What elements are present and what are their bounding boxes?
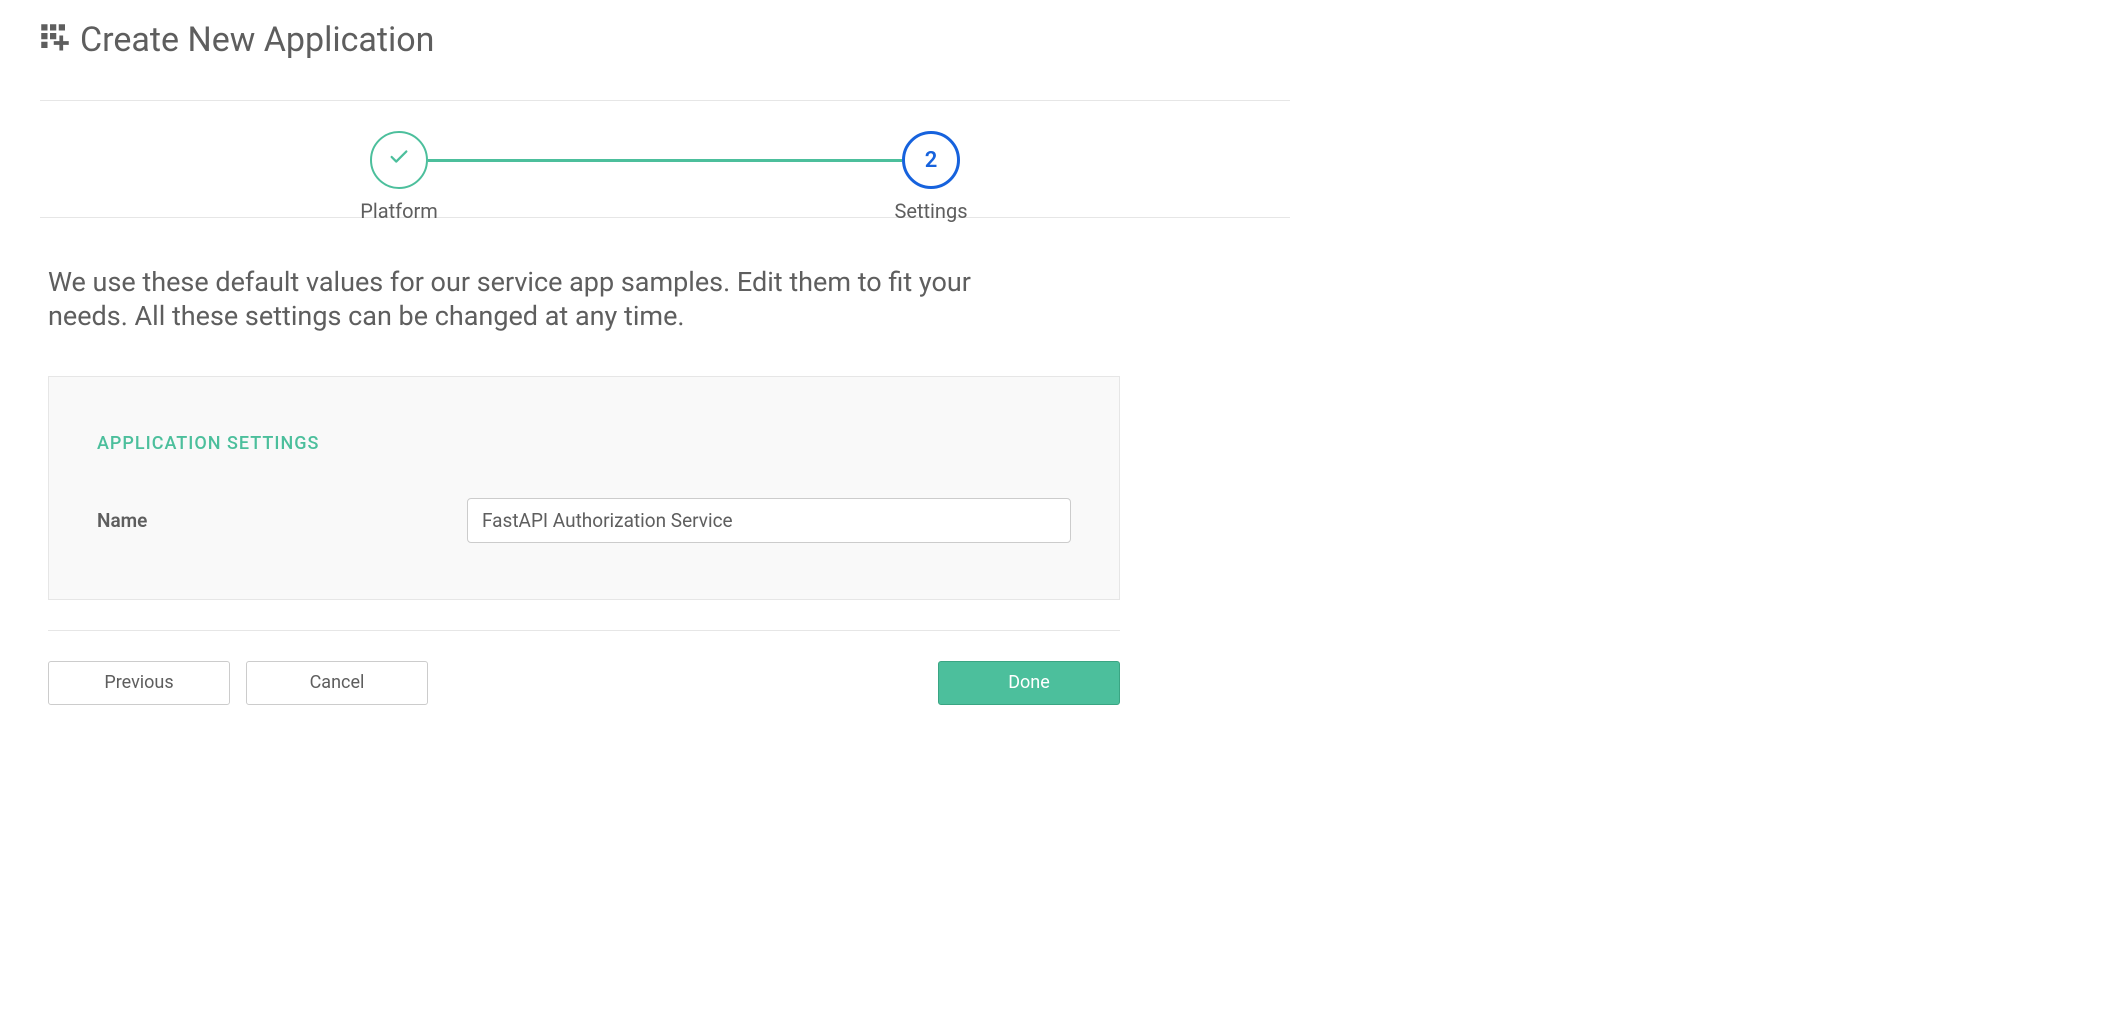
page-header: Create New Application (40, 20, 1290, 101)
previous-button[interactable]: Previous (48, 661, 230, 705)
step-settings: 2 Settings (902, 131, 960, 189)
cancel-button[interactable]: Cancel (246, 661, 428, 705)
panel-heading: APPLICATION SETTINGS (97, 433, 1071, 454)
stepper-connector (428, 159, 902, 162)
step-platform-label: Platform (360, 199, 438, 223)
step-settings-label: Settings (894, 199, 967, 223)
name-label: Name (97, 509, 467, 532)
name-input[interactable] (467, 498, 1071, 543)
page-title: Create New Application (80, 20, 434, 60)
step-instructions: We use these default values for our serv… (40, 218, 1040, 376)
checkmark-icon (388, 146, 410, 174)
wizard-stepper: Platform 2 Settings (40, 101, 1290, 218)
application-settings-panel: APPLICATION SETTINGS Name (48, 376, 1120, 600)
create-application-wizard: Create New Application Platform 2 Settin… (0, 0, 1330, 745)
step-platform: Platform (370, 131, 428, 189)
step-settings-indicator: 2 (902, 131, 960, 189)
apps-grid-plus-icon (40, 23, 70, 57)
form-row-name: Name (97, 498, 1071, 543)
step-platform-indicator (370, 131, 428, 189)
wizard-footer: Previous Cancel Done (48, 630, 1120, 705)
done-button[interactable]: Done (938, 661, 1120, 705)
